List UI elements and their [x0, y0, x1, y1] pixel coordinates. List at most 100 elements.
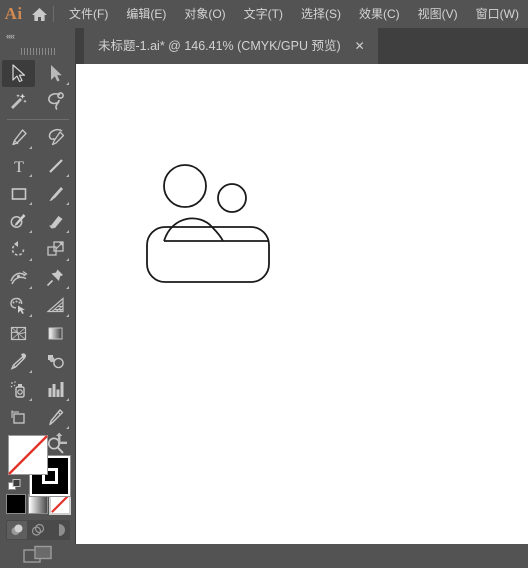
large-head-circle	[163, 164, 207, 208]
menu-select[interactable]: 选择(S)	[292, 3, 350, 25]
scale-tool[interactable]	[39, 236, 72, 263]
eraser-icon	[49, 216, 63, 229]
magic-wand-tool[interactable]	[2, 88, 35, 115]
tool-flyout-indicator	[66, 230, 69, 233]
tool-flyout-indicator	[66, 202, 69, 205]
rotate-arrow-icon	[11, 241, 25, 256]
tool-flyout-indicator	[29, 230, 32, 233]
default-fill-stroke-icon[interactable]	[8, 479, 22, 493]
blend-tool[interactable]	[39, 348, 72, 375]
tool-flyout-indicator	[29, 146, 32, 149]
draw-normal-icon	[11, 524, 23, 535]
shaper-tool[interactable]	[2, 208, 35, 235]
scale-squares-icon	[47, 241, 64, 256]
shape-builder-tool[interactable]	[2, 292, 35, 319]
slice-tool[interactable]	[39, 404, 72, 431]
collapse-panel-icon[interactable]: ««	[6, 31, 15, 41]
tools-panel-drag-handle[interactable]	[0, 44, 75, 58]
perspective-grid-tool[interactable]	[39, 292, 72, 319]
paintbrush-icon	[49, 186, 63, 201]
text-t-icon: T	[14, 159, 24, 175]
home-glyph	[31, 7, 47, 21]
swap-arrows-glyph	[56, 432, 67, 444]
artboard-canvas[interactable]	[76, 64, 528, 544]
mesh-tool[interactable]	[2, 320, 35, 347]
lasso-tool[interactable]	[39, 88, 72, 115]
color-mode-button[interactable]	[6, 494, 26, 514]
gradient-mode-button[interactable]	[28, 494, 48, 514]
tools-panel: «« T	[0, 28, 76, 563]
selection-tool[interactable]	[2, 60, 35, 87]
close-icon[interactable]: ✕	[354, 39, 366, 53]
draw-mode-buttons	[6, 520, 70, 540]
small-head-circle	[217, 183, 247, 213]
change-screen-mode-button[interactable]	[0, 542, 75, 568]
svg-text:T: T	[14, 159, 24, 175]
none-slash-icon	[8, 435, 48, 475]
arrow-cursor-icon	[12, 64, 26, 83]
menu-edit[interactable]: 编辑(E)	[117, 3, 175, 25]
menu-object[interactable]: 对象(O)	[175, 3, 234, 25]
paintbrush-tool[interactable]	[39, 180, 72, 207]
draw-inside-icon	[59, 524, 65, 536]
tool-flyout-indicator	[29, 202, 32, 205]
slice-knife-icon	[49, 409, 64, 426]
tool-flyout-indicator	[29, 314, 32, 317]
column-graph-tool[interactable]	[39, 376, 72, 403]
artboard-tool[interactable]	[2, 404, 35, 431]
tool-flyout-indicator	[29, 286, 32, 289]
none-mode-button[interactable]	[49, 493, 71, 515]
menu-effect[interactable]: 效果(C)	[350, 3, 409, 25]
blend-shapes-icon	[48, 355, 64, 369]
tool-group-divider	[6, 119, 69, 120]
menu-bar: Ai 文件(F) 编辑(E) 对象(O) 文字(T) 选择(S) 效果(C) 视…	[0, 0, 528, 28]
fill-swatch[interactable]	[8, 435, 48, 475]
rectangle-tool[interactable]	[2, 180, 35, 207]
tool-flyout-indicator	[66, 286, 69, 289]
tool-flyout-indicator	[66, 82, 69, 85]
tool-flyout-indicator	[66, 314, 69, 317]
line-segment-tool[interactable]	[39, 152, 72, 179]
tools-panel-header: ««	[0, 28, 75, 44]
color-mode-buttons	[6, 493, 71, 516]
eyedropper-tool[interactable]	[2, 348, 35, 375]
gradient-swatch-icon	[48, 327, 63, 340]
swap-fill-stroke-icon[interactable]	[55, 432, 69, 446]
direct-selection-tool[interactable]	[39, 60, 72, 87]
illustrator-window: Ai 文件(F) 编辑(E) 对象(O) 文字(T) 选择(S) 效果(C) 视…	[0, 0, 528, 563]
curvature-icon	[48, 128, 65, 146]
eraser-tool[interactable]	[39, 208, 72, 235]
menu-type[interactable]: 文字(T)	[235, 3, 292, 25]
document-tab-bar: 未标题-1.ai* @ 146.41% (CMYK/GPU 预览) ✕	[75, 28, 528, 64]
rotate-tool[interactable]	[2, 236, 35, 263]
tool-flyout-indicator	[66, 398, 69, 401]
tool-grid: T	[0, 58, 75, 460]
home-icon[interactable]	[27, 0, 51, 28]
menu-file[interactable]: 文件(F)	[60, 3, 117, 25]
curvature-tool[interactable]	[39, 124, 72, 151]
screen-mode-icon	[22, 545, 52, 563]
width-warp-icon	[10, 271, 28, 285]
draw-behind-button[interactable]	[28, 521, 48, 539]
menu-item-list: 文件(F) 编辑(E) 对象(O) 文字(T) 选择(S) 效果(C) 视图(V…	[60, 3, 528, 25]
artboard-icon	[11, 410, 25, 424]
width-tool[interactable]	[2, 264, 35, 291]
default-swatches-glyph	[8, 479, 21, 490]
gradient-tool[interactable]	[39, 320, 72, 347]
tool-flyout-indicator	[29, 370, 32, 373]
menu-view[interactable]: 视图(V)	[409, 3, 467, 25]
free-transform-tool[interactable]	[39, 264, 72, 291]
type-tool[interactable]: T	[2, 152, 35, 179]
app-logo: Ai	[4, 4, 23, 23]
menu-window[interactable]: 窗口(W)	[467, 3, 528, 25]
drag-grip-dots	[20, 47, 55, 55]
people-group-icon-artwork[interactable]	[76, 64, 528, 544]
pen-tool[interactable]	[2, 124, 35, 151]
document-tab[interactable]: 未标题-1.ai* @ 146.41% (CMYK/GPU 预览) ✕	[84, 28, 378, 64]
symbol-sprayer-tool[interactable]	[2, 376, 35, 403]
tool-flyout-indicator	[29, 174, 32, 177]
tool-flyout-indicator	[66, 174, 69, 177]
draw-normal-button[interactable]	[7, 521, 27, 539]
pen-nib-icon	[12, 129, 27, 146]
draw-inside-button[interactable]	[49, 521, 69, 539]
